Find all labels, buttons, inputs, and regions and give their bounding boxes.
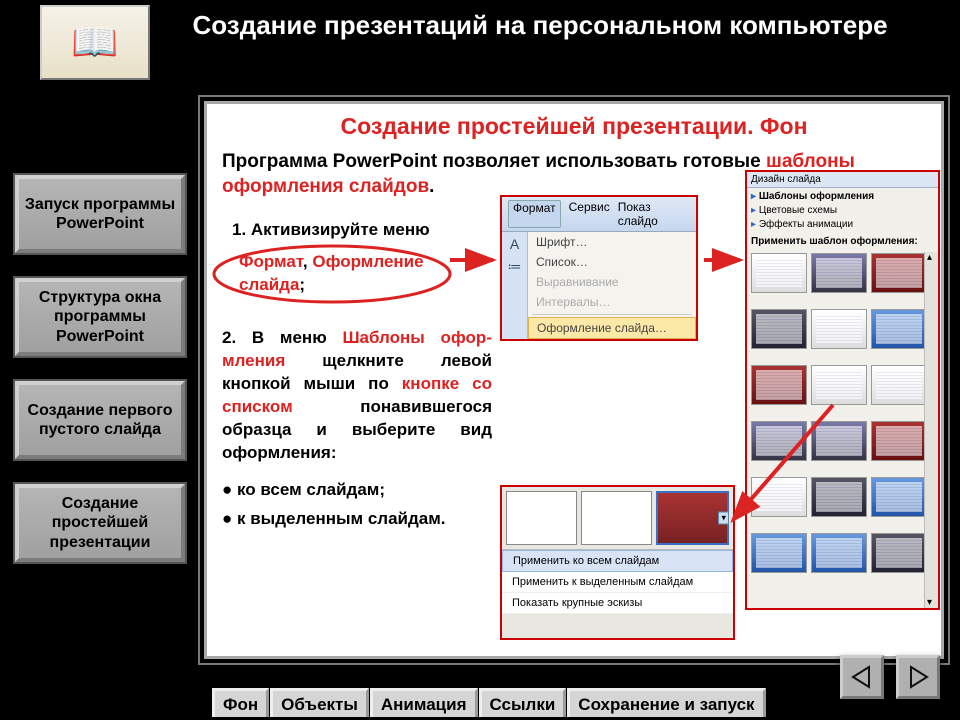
bullet-all-slides: ● ко всем слайдам; [222,479,492,502]
step1-label: 1. Активизируйте меню [232,219,492,242]
template-thumb [871,533,927,573]
triangle-right-icon [905,664,931,690]
template-thumb [811,421,867,461]
menu-icon-strip: A ≔ [502,232,528,339]
bullet-selected-slides: ● к выделенным слайдам. [222,508,492,531]
template-thumb [871,309,927,349]
triangle-left-icon [849,664,875,690]
template-thumb [871,365,927,405]
step2-text: 2. В меню Шаблоны офор­мления щелкните л… [222,327,492,465]
template-thumb [751,365,807,405]
nav-simple-presentation[interactable]: Создание простейшей презентации [15,484,185,562]
template-thumb [811,365,867,405]
popup-thumb [506,491,577,545]
font-icon: A [510,236,519,252]
menu-item-intervals: Интервалы… [528,292,696,312]
instructions-column: 1. Активизируйте меню Формат, Оформление… [222,209,492,536]
menu-tab-slideshow: Показ слайдо [618,200,690,228]
pane-opt-templates: Шаблоны оформления [751,190,934,204]
pane-options: Шаблоны оформления Цветовые схемы Эффект… [747,188,938,234]
nav-window-structure[interactable]: Структура окна программы PowerPoint [15,278,185,356]
oval-format: Формат [239,252,303,271]
template-thumb [751,253,807,293]
template-thumb [751,309,807,349]
menu-item-slide-design: Оформление слайда… [528,317,696,339]
menu-tab-format: Формат [508,200,561,228]
popup-thumb [581,491,652,545]
menu-item-font: Шрифт… [528,232,696,252]
intro-plain2: . [429,176,434,197]
template-thumb [811,309,867,349]
pane-template-grid [747,249,938,589]
tab-background[interactable]: Фон [212,688,269,717]
nav-first-slide[interactable]: Создание первого пустого слайда [15,381,185,459]
popup-large-thumbs: Показать крупные эскизы [502,593,733,614]
template-thumb [871,253,927,293]
page-title: Создание презентаций на персональном ком… [180,10,900,41]
template-thumb [811,477,867,517]
next-button[interactable] [896,655,940,699]
step2-bullets: ● ко всем слайдам; ● к выделенным слайда… [222,479,492,531]
tab-animation[interactable]: Анимация [370,688,478,717]
logo-image [40,5,150,80]
template-thumb [751,533,807,573]
menu-tab-service: Сервис [569,200,610,228]
pane-title: Дизайн слайда [747,172,938,188]
tab-links[interactable]: Ссылки [479,688,567,717]
popup-apply-all: Применить ко всем слайдам [502,550,733,572]
template-thumb [751,477,807,517]
prev-button[interactable] [840,655,884,699]
nav-launch-powerpoint[interactable]: Запуск программы PowerPoint [15,175,185,253]
list-icon: ≔ [508,258,522,275]
sidebar: Запуск программы PowerPoint Структура ок… [15,175,185,587]
template-thumb [811,533,867,573]
pane-opt-colors: Цветовые схемы [751,204,934,218]
nav-arrow-group [840,655,940,699]
menu-item-align: Выравнивание [528,272,696,292]
menu-item-list: Список… [528,252,696,272]
template-thumb [871,421,927,461]
screenshot-design-pane: Дизайн слайда Шаблоны оформления Цветовы… [745,170,940,610]
template-thumb [871,477,927,517]
template-thumb [751,421,807,461]
pane-opt-animation: Эффекты анимации [751,218,934,232]
bottom-tabs: Фон Объекты Анимация Ссылки Сохранение и… [212,688,767,717]
menu-bar: Формат Сервис Показ слайдо [502,197,696,232]
tab-save-run[interactable]: Сохранение и запуск [567,688,765,717]
template-thumb [811,253,867,293]
dropdown-icon: ▾ [718,512,729,525]
popup-menu: Применить ко всем слайдам Применить к вы… [502,549,733,614]
popup-apply-selected: Применить к выделенным слайдам [502,572,733,593]
step1-highlight-oval: Формат, Оформление слайда; [217,247,457,302]
screenshot-context-menu: ▾ Применить ко всем слайдам Применить к … [500,485,735,640]
slide-title: Создание простейшей презентации. Фон [222,113,926,140]
pane-caption: Применить шаблон оформления: [747,234,938,249]
intro-plain1: Программа PowerPoint позволяет использов… [222,151,766,172]
tab-objects[interactable]: Объекты [270,688,369,717]
popup-thumb-selected: ▾ [656,491,729,545]
screenshot-format-menu: Формат Сервис Показ слайдо A ≔ Шрифт… Сп… [500,195,698,341]
pane-scrollbar [924,252,938,608]
menu-items: Шрифт… Список… Выравнивание Интервалы… О… [528,232,696,339]
